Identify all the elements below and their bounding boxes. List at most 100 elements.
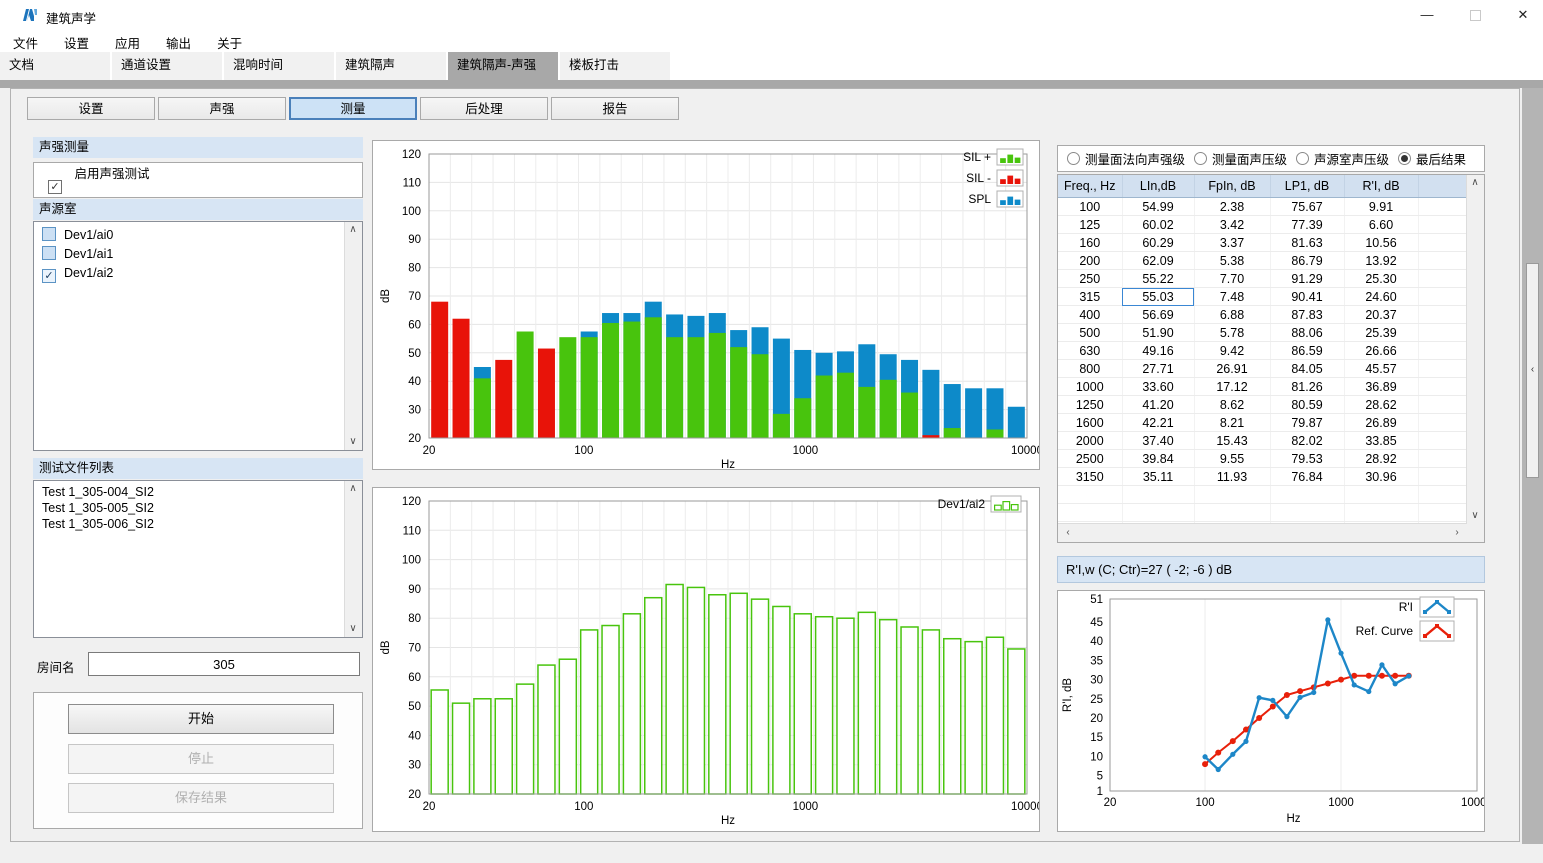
table-cell[interactable]: 36.89 [1344,378,1418,396]
table-cell[interactable]: 28.62 [1344,396,1418,414]
table-cell[interactable]: 77.39 [1270,216,1344,234]
table-row[interactable]: 50051.905.7888.0625.39 [1058,324,1467,342]
table-cell[interactable]: 25.30 [1344,270,1418,288]
table-cell[interactable]: 54.99 [1122,198,1194,216]
table-cell[interactable]: 30.96 [1344,468,1418,486]
table-cell[interactable]: 79.53 [1270,450,1344,468]
table-cell[interactable]: 250 [1058,270,1122,288]
table-cell[interactable]: 100 [1058,198,1122,216]
radio-2[interactable] [1296,152,1309,165]
doc-tab-0[interactable]: 文档 [0,52,110,80]
test-file-item-2[interactable]: Test 1_305-006_SI2 [34,516,345,532]
table-cell[interactable] [1418,270,1467,288]
table-cell[interactable]: 37.40 [1122,432,1194,450]
table-cell[interactable]: 400 [1058,306,1122,324]
channel-checkbox[interactable] [42,246,56,260]
table-cell[interactable]: 3150 [1058,468,1122,486]
table-row[interactable]: 40056.696.8887.8320.37 [1058,306,1467,324]
doc-tab-5[interactable]: 楼板打击 [560,52,670,80]
file-list-scrollbar[interactable]: ∧ ∨ [344,481,362,637]
channel-checkbox[interactable] [42,227,56,241]
maximize-button[interactable] [1452,0,1498,30]
radio-0[interactable] [1067,152,1080,165]
test-file-item-1[interactable]: Test 1_305-005_SI2 [34,500,345,516]
table-cell[interactable]: 56.69 [1122,306,1194,324]
menu-item-3[interactable]: 输出 [153,30,204,52]
table-cell[interactable] [1418,324,1467,342]
table-cell[interactable]: 8.21 [1194,414,1270,432]
room-name-input[interactable] [88,652,360,676]
table-cell[interactable]: 6.60 [1344,216,1418,234]
table-row[interactable]: 125041.208.6280.5928.62 [1058,396,1467,414]
table-cell[interactable]: 25.39 [1344,324,1418,342]
table-cell[interactable]: 75.67 [1270,198,1344,216]
table-cell[interactable]: 17.12 [1194,378,1270,396]
menu-item-2[interactable]: 应用 [102,30,153,52]
table-cell[interactable]: 11.93 [1194,468,1270,486]
table-cell[interactable] [1418,198,1467,216]
test-file-item-0[interactable]: Test 1_305-004_SI2 [34,484,345,500]
scroll-up-icon[interactable]: ∧ [1467,175,1483,191]
table-row[interactable]: 250039.849.5579.5328.92 [1058,450,1467,468]
start-button[interactable]: 开始 [68,704,334,734]
sub-tab-4[interactable]: 报告 [551,97,679,120]
table-cell[interactable]: 86.59 [1270,342,1344,360]
table-cell[interactable]: 26.89 [1344,414,1418,432]
table-cell[interactable]: 45.57 [1344,360,1418,378]
table-row[interactable]: 160042.218.2179.8726.89 [1058,414,1467,432]
radio-label-3[interactable]: 最后结果 [1416,149,1466,168]
table-cell[interactable] [1418,216,1467,234]
table-cell[interactable]: 60.29 [1122,234,1194,252]
scroll-down-icon[interactable]: ∨ [345,434,361,450]
table-row[interactable]: 20062.095.3886.7913.92 [1058,252,1467,270]
table-cell[interactable]: 125 [1058,216,1122,234]
table-row[interactable]: 315035.1111.9376.8430.96 [1058,468,1467,486]
table-cell[interactable] [1418,432,1467,450]
table-cell[interactable] [1418,306,1467,324]
table-vertical-scrollbar[interactable]: ∧ ∨ [1466,175,1484,524]
minimize-button[interactable]: — [1404,0,1450,30]
table-cell[interactable] [1418,342,1467,360]
table-cell[interactable]: 8.62 [1194,396,1270,414]
table-cell[interactable] [1418,252,1467,270]
table-cell[interactable]: 33.60 [1122,378,1194,396]
table-cell[interactable]: 79.87 [1270,414,1344,432]
table-cell[interactable]: 27.71 [1122,360,1194,378]
doc-tab-1[interactable]: 通道设置 [112,52,222,80]
channel-item-1[interactable]: Dev1/ai1 [34,245,345,264]
table-cell[interactable]: 15.43 [1194,432,1270,450]
table-cell[interactable] [1418,234,1467,252]
table-cell[interactable]: 86.79 [1270,252,1344,270]
scroll-left-icon[interactable]: ‹ [1060,525,1076,541]
table-row[interactable]: 12560.023.4277.396.60 [1058,216,1467,234]
table-cell[interactable]: 33.85 [1344,432,1418,450]
table-row[interactable]: 10054.992.3875.679.91 [1058,198,1467,216]
table-cell[interactable]: 28.92 [1344,450,1418,468]
table-cell[interactable]: 500 [1058,324,1122,342]
table-cell[interactable]: 42.21 [1122,414,1194,432]
table-cell[interactable]: 87.83 [1270,306,1344,324]
radio-3[interactable] [1398,152,1411,165]
table-cell[interactable]: 9.55 [1194,450,1270,468]
table-cell[interactable] [1418,414,1467,432]
table-cell[interactable]: 5.38 [1194,252,1270,270]
table-row[interactable]: 80027.7126.9184.0545.57 [1058,360,1467,378]
menu-item-4[interactable]: 关于 [204,30,255,52]
table-cell[interactable] [1418,360,1467,378]
table-cell[interactable]: 41.20 [1122,396,1194,414]
radio-label-1[interactable]: 测量面声压级 [1212,149,1287,168]
doc-tab-4[interactable]: 建筑隔声-声强 [448,52,558,80]
radio-1[interactable] [1194,152,1207,165]
scroll-up-icon[interactable]: ∧ [345,222,361,238]
table-cell[interactable]: 9.91 [1344,198,1418,216]
table-horizontal-scrollbar[interactable]: ‹ › [1058,523,1467,542]
table-cell[interactable]: 62.09 [1122,252,1194,270]
table-cell[interactable]: 49.16 [1122,342,1194,360]
table-cell[interactable]: 76.84 [1270,468,1344,486]
table-row[interactable]: 31555.037.4890.4124.60 [1058,288,1467,306]
table-row[interactable]: 100033.6017.1281.2636.89 [1058,378,1467,396]
table-cell[interactable]: 200 [1058,252,1122,270]
table-cell[interactable]: 60.02 [1122,216,1194,234]
table-cell[interactable]: 80.59 [1270,396,1344,414]
sub-tab-1[interactable]: 声强 [158,97,286,120]
